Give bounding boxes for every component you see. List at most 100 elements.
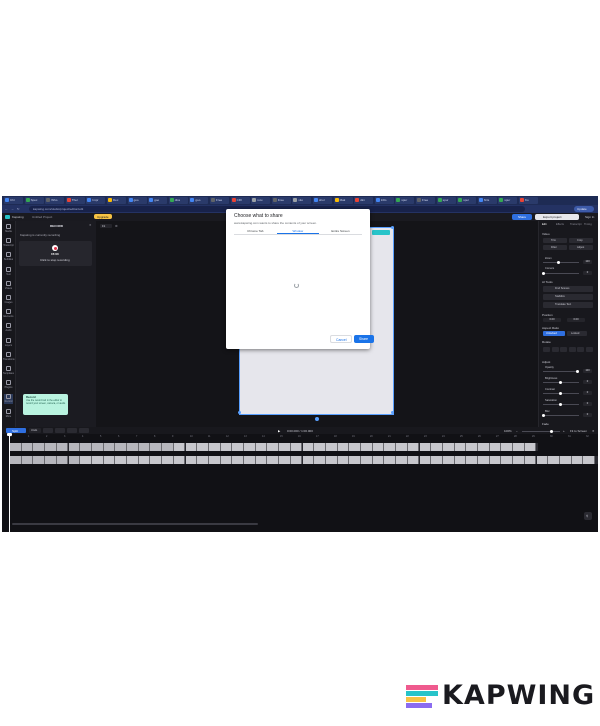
canvas-handle-top-right[interactable] xyxy=(391,226,394,229)
zoom-out-icon[interactable]: − xyxy=(516,429,518,433)
properties-tab[interactable]: Effects xyxy=(556,223,564,227)
canvas-handle-bottom-left[interactable] xyxy=(238,411,241,414)
export-button[interactable]: Export project xyxy=(535,214,579,220)
browser-tab[interactable]: Chr xyxy=(4,197,23,204)
browser-tab[interactable]: Inflo xyxy=(374,197,394,204)
browser-tab[interactable]: Who xyxy=(45,197,65,204)
zoom-fab-icon[interactable]: ⚲ xyxy=(584,512,592,520)
duplicate-button[interactable] xyxy=(67,428,77,433)
rotate-option-button[interactable] xyxy=(585,347,593,352)
browser-tab[interactable]: vito xyxy=(292,197,312,204)
adjust-slider-knob[interactable] xyxy=(559,381,562,384)
add-track-button[interactable] xyxy=(79,428,89,433)
rail-item-layers[interactable]: Layers xyxy=(4,337,13,348)
adjust-slider[interactable] xyxy=(543,371,579,372)
properties-tab[interactable]: Edit xyxy=(542,223,546,227)
browser-tab[interactable]: Nrts xyxy=(477,197,497,204)
timeline-ruler[interactable]: 0 1 2 3 4 5 6 7 8 9 10 11 12 13 14 15 16 17 18 19 20 21 22 23 24… xyxy=(2,435,598,440)
zoom-slider-knob[interactable] xyxy=(557,261,560,264)
back-icon[interactable]: ← xyxy=(5,207,8,211)
rail-item-images[interactable]: Images xyxy=(4,295,13,305)
ai-tool-button[interactable]: Translate Text xyxy=(543,302,593,308)
dialog-tab[interactable]: Window xyxy=(276,228,320,234)
browser-tab[interactable]: Free xyxy=(210,197,229,204)
playhead-handle[interactable] xyxy=(7,433,12,436)
adjust-slider[interactable] xyxy=(543,415,579,416)
browser-tab[interactable]: dim xyxy=(354,197,374,204)
workspace-name[interactable]: Kapwing xyxy=(12,215,24,219)
aspect-locked-button[interactable]: Locked xyxy=(567,331,587,336)
browser-tab[interactable]: spur xyxy=(395,197,415,204)
rail-item-media[interactable]: Media xyxy=(4,224,13,234)
browser-tab[interactable]: goo xyxy=(148,197,168,204)
dialog-tab[interactable]: Chrome Tab xyxy=(234,228,277,234)
browser-tab[interactable]: Spec xyxy=(24,197,44,204)
fit-screen-button[interactable]: Fit to Screen xyxy=(570,429,587,433)
rail-item-plugins[interactable]: Plugins xyxy=(4,380,13,390)
close-panel-icon[interactable]: ✕ xyxy=(89,223,92,227)
corners-slider-knob[interactable] xyxy=(542,272,545,275)
browser-tab[interactable]: diss xyxy=(168,197,188,204)
rail-item-transitions[interactable]: Transitions xyxy=(3,351,15,362)
browser-tab[interactable]: spur xyxy=(498,197,518,204)
browser-tab[interactable]: shor xyxy=(313,197,332,204)
rail-item-record[interactable]: Record xyxy=(4,394,13,405)
rail-item-transcript[interactable]: Transcript xyxy=(3,238,14,248)
recording-card[interactable]: 15:00 Click to stop recording xyxy=(19,241,92,266)
redo-button[interactable] xyxy=(43,428,53,433)
rotate-option-button[interactable] xyxy=(543,347,550,352)
forward-icon[interactable]: → xyxy=(11,207,14,211)
browser-tab[interactable]: spur xyxy=(457,197,477,204)
browser-tab[interactable]: Ko xyxy=(519,197,538,204)
rail-item-text[interactable]: Text xyxy=(4,266,13,277)
dialog-tab[interactable]: Entire Screen xyxy=(319,228,362,234)
browser-tab[interactable]: Free xyxy=(271,197,291,204)
adjust-slider-knob[interactable] xyxy=(576,370,579,373)
timeline-zoom-slider[interactable] xyxy=(522,430,560,432)
upgrade-button[interactable]: Upgrade xyxy=(94,214,112,219)
share-preview-area[interactable] xyxy=(234,236,362,330)
browser-tab[interactable]: rutu xyxy=(251,197,271,204)
browser-tab[interactable]: Impr xyxy=(86,197,106,204)
position-y-field[interactable]: 0.00 xyxy=(567,318,585,322)
undo-button[interactable]: Undo xyxy=(29,428,41,433)
delete-button[interactable] xyxy=(55,428,65,433)
zoom-in-icon[interactable]: + xyxy=(563,429,565,433)
browser-tab[interactable]: Ther xyxy=(65,197,85,204)
adjust-slider-knob[interactable] xyxy=(542,414,545,417)
canvas-handle-bottom-right[interactable] xyxy=(391,411,394,414)
video-track-2[interactable] xyxy=(10,456,598,464)
browser-tab[interactable]: Mak xyxy=(333,197,353,204)
rail-item-elements[interactable]: Elements xyxy=(4,309,13,319)
browser-tab[interactable]: goo xyxy=(127,197,147,204)
rotate-option-button[interactable] xyxy=(568,347,576,352)
video-filter-button[interactable]: Filter xyxy=(543,245,567,250)
rotate-option-button[interactable] xyxy=(551,347,559,352)
cancel-button[interactable]: Cancel xyxy=(330,335,352,343)
rail-item-videos[interactable]: Videos xyxy=(4,280,13,291)
browser-tab[interactable]: spur xyxy=(436,197,456,204)
share-button[interactable]: Share xyxy=(512,214,532,220)
settings-icon[interactable]: ⚙ xyxy=(115,224,118,228)
video-crop-button[interactable]: Crop xyxy=(569,238,593,243)
signin-link[interactable]: Sign In xyxy=(585,215,594,219)
adjust-value[interactable]: 0 xyxy=(583,380,592,384)
adjust-value[interactable]: 0 xyxy=(583,402,592,406)
aspect-unlocked-button[interactable]: Unlocked xyxy=(543,331,565,336)
video-track-1[interactable] xyxy=(10,443,538,451)
project-name[interactable]: Untitled Project xyxy=(32,215,52,219)
timeline-scrollbar[interactable] xyxy=(12,523,258,525)
corners-slider[interactable] xyxy=(543,273,579,274)
position-x-field[interactable]: 0.00 xyxy=(543,318,561,322)
timeline-zoom-knob[interactable] xyxy=(550,429,553,433)
rail-item-subtitles[interactable]: Subtitles xyxy=(4,252,13,262)
video-trim-button[interactable]: Trim xyxy=(543,238,567,243)
adjust-value[interactable]: 100 xyxy=(583,369,592,373)
adjust-slider-knob[interactable] xyxy=(559,392,562,395)
stop-record-icon[interactable] xyxy=(52,245,58,251)
browser-tab[interactable]: Dec xyxy=(107,197,126,204)
adjust-value[interactable]: 0 xyxy=(583,391,592,395)
corners-value[interactable]: 0 xyxy=(583,271,592,275)
properties-tab[interactable]: Timing xyxy=(584,223,592,227)
share-confirm-button[interactable]: Share xyxy=(354,335,374,343)
